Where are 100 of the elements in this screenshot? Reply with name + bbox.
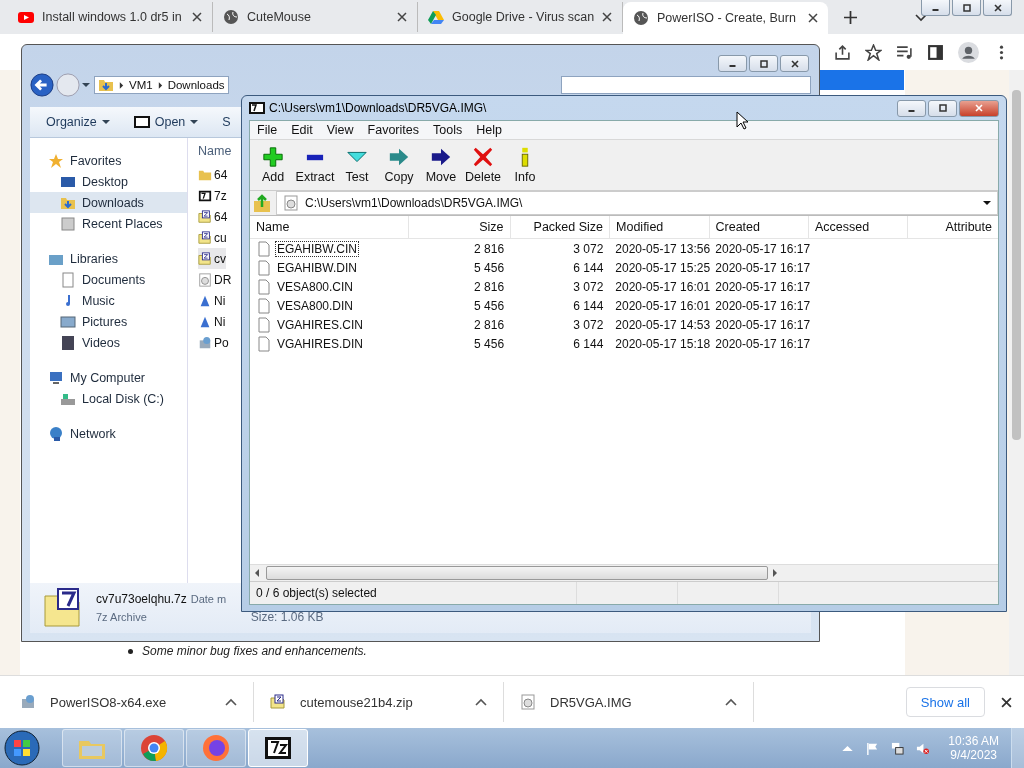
address-bar[interactable]: VM1 Downloads (94, 76, 229, 94)
toolbar-button[interactable]: Move (420, 146, 462, 184)
table-cell[interactable]: VESA800.DIN (275, 297, 356, 314)
browser-tab[interactable]: PowerISO - Create, Burn (623, 2, 828, 34)
toolbar-button[interactable]: Test (336, 146, 378, 184)
nav-item[interactable]: Recent Places (30, 213, 187, 234)
command-button[interactable]: Open (133, 114, 199, 130)
start-button[interactable] (4, 730, 40, 766)
history-dropdown-icon[interactable] (82, 81, 90, 89)
folder-entry[interactable]: Ni (198, 311, 226, 332)
folder-entry[interactable]: DR (198, 269, 232, 290)
folder-entry[interactable]: Ni (198, 290, 226, 311)
nav-item[interactable]: Pictures (30, 311, 187, 332)
back-button[interactable] (30, 73, 54, 97)
close-tab-icon[interactable] (192, 12, 202, 22)
table-cell[interactable]: VGAHIRES.DIN (275, 335, 365, 352)
horizontal-scrollbar[interactable] (250, 564, 998, 581)
toolbar-button[interactable]: Extract (294, 146, 336, 184)
table-cell[interactable]: EGAHIBW.CIN (275, 240, 359, 257)
close-button[interactable] (780, 55, 809, 72)
minimize-button[interactable] (921, 0, 950, 16)
scroll-left-icon[interactable] (254, 569, 260, 577)
nav-item[interactable]: Desktop (30, 171, 187, 192)
media-queue-icon[interactable] (896, 43, 913, 61)
archive-icon (198, 251, 212, 266)
profile-avatar-icon[interactable] (958, 41, 979, 63)
nav-item[interactable]: Network (30, 423, 187, 444)
close-tab-icon[interactable] (808, 13, 818, 23)
download-item[interactable]: cutemouse21b4.zip (270, 682, 504, 722)
toolbar-button[interactable]: Delete (462, 146, 504, 184)
column-header[interactable]: Size (409, 216, 511, 238)
share-icon[interactable] (834, 43, 851, 61)
browser-tab[interactable]: Install windows 1.0 dr5 in (8, 2, 213, 32)
nav-item[interactable]: Favorites (30, 150, 187, 171)
taskbar-button[interactable] (248, 729, 308, 767)
folder-entry[interactable]: 64 (198, 164, 228, 185)
menu-item[interactable]: Favorites (367, 123, 419, 137)
column-header[interactable]: Name (250, 216, 410, 238)
search-field[interactable] (560, 76, 811, 94)
nav-item[interactable]: Videos (30, 332, 187, 353)
column-header[interactable]: Attribute (908, 216, 998, 238)
bookmark-star-icon[interactable] (865, 43, 882, 61)
new-tab-icon[interactable] (844, 11, 857, 24)
maximize-button[interactable] (928, 99, 957, 117)
show-all-button[interactable]: Show all (905, 687, 985, 717)
table-cell[interactable]: VESA800.CIN (275, 278, 356, 295)
minimize-button[interactable] (897, 99, 926, 117)
menu-item[interactable]: View (326, 123, 354, 137)
close-button[interactable] (983, 0, 1012, 16)
close-tab-icon[interactable] (397, 12, 407, 22)
minimize-button[interactable] (718, 55, 747, 72)
nav-item[interactable]: My Computer (30, 367, 187, 388)
toolbar-button[interactable]: Info (504, 146, 546, 184)
network-icon[interactable] (891, 741, 905, 755)
folder-entry[interactable]: 64 (198, 206, 228, 227)
column-header[interactable]: Modified (610, 216, 710, 238)
folder-entry[interactable]: cv (198, 248, 226, 269)
close-tab-icon[interactable] (602, 12, 612, 22)
nav-item[interactable]: Documents (30, 269, 187, 290)
download-item[interactable]: PowerISO8-x64.exe (20, 682, 254, 722)
menu-item[interactable]: Help (476, 123, 502, 137)
column-header[interactable]: Accessed (809, 216, 909, 238)
page-scrollbar[interactable] (1009, 70, 1024, 675)
table-cell[interactable]: VGAHIRES.CIN (275, 316, 365, 333)
table-cell[interactable]: EGAHIBW.DIN (275, 259, 359, 276)
folder-entry[interactable]: 7z (198, 185, 227, 206)
folder-entry[interactable]: Po (198, 332, 229, 353)
delete-tool-icon (472, 146, 494, 168)
nav-item[interactable]: Music (30, 290, 187, 311)
command-button[interactable]: S (222, 115, 231, 129)
nav-item[interactable]: Downloads (30, 192, 187, 213)
toolbar-button[interactable]: Copy (378, 146, 420, 184)
column-header[interactable]: Created (709, 216, 809, 238)
menu-item[interactable]: Edit (291, 123, 313, 137)
command-button[interactable]: Organize (46, 115, 110, 129)
maximize-button[interactable] (952, 0, 981, 16)
scroll-right-icon[interactable] (772, 569, 778, 577)
tab-search-icon[interactable] (915, 14, 927, 22)
column-header[interactable]: Packed Size (510, 216, 611, 238)
table-cell: 2020-05-17 16:17 (715, 317, 811, 332)
path-field[interactable]: C:\Users\vm1\Downloads\DR5VGA.IMG\ (276, 191, 998, 215)
breadcrumb-item[interactable]: VM1 (129, 79, 153, 91)
nav-item[interactable]: Libraries (30, 248, 187, 269)
nav-item[interactable]: Local Disk (C:) (30, 388, 187, 409)
folder-entry[interactable]: cu (198, 227, 227, 248)
column-header[interactable]: Name (198, 138, 232, 164)
caret-up-icon (475, 698, 487, 706)
side-panel-icon[interactable] (927, 43, 944, 61)
dropdown-arrow-icon (190, 118, 199, 126)
breadcrumb-item[interactable]: Downloads (167, 79, 225, 91)
toolbar-button[interactable]: Add (252, 146, 294, 184)
seven-zip-icon (249, 100, 265, 116)
browser-tab[interactable]: Google Drive - Virus scan (418, 2, 623, 32)
browser-tab[interactable]: CuteMouse (213, 2, 418, 32)
folder-up-icon[interactable] (252, 193, 272, 213)
close-icon[interactable] (1001, 696, 1012, 708)
download-item[interactable]: DR5VGA.IMG (520, 682, 754, 722)
menu-item[interactable]: Tools (433, 123, 463, 137)
menu-item[interactable]: File (257, 123, 278, 137)
maximize-button[interactable] (749, 55, 778, 72)
